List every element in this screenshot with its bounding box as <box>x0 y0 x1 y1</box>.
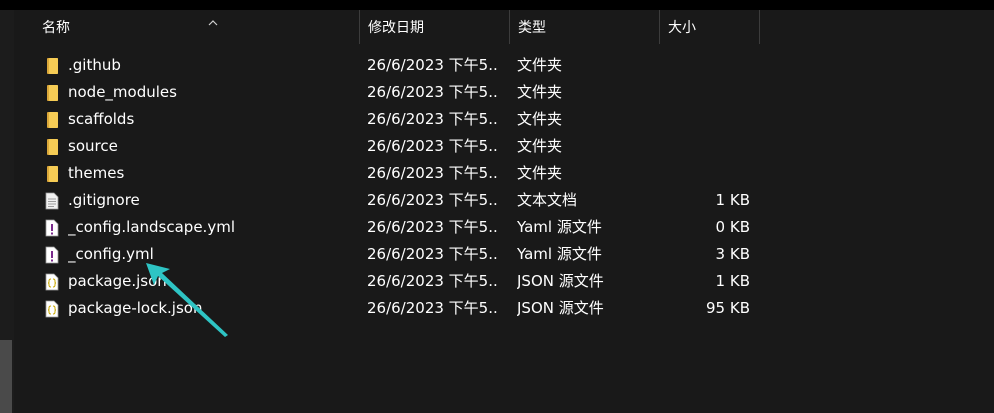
file-row-config-landscape[interactable]: _config.landscape.yml 26/6/2023 下午5... Y… <box>18 214 778 241</box>
navigation-scrollbar[interactable] <box>0 340 12 413</box>
file-name: _config.landscape.yml <box>68 218 235 236</box>
file-explorer-window: 名称 修改日期 类型 大小 .github 26/6/2023 下午5... 文… <box>0 0 994 413</box>
file-size: 0 KB <box>715 218 750 236</box>
file-date: 26/6/2023 下午5... <box>367 137 499 155</box>
file-type: 文件夹 <box>517 164 563 182</box>
column-header-type[interactable]: 类型 <box>510 10 660 44</box>
file-row-github[interactable]: .github 26/6/2023 下午5... 文件夹 <box>18 52 778 79</box>
file-size: 3 KB <box>715 245 750 263</box>
file-list: .github 26/6/2023 下午5... 文件夹 node_module… <box>18 52 778 322</box>
file-size: 1 KB <box>715 272 750 290</box>
json-file-icon <box>45 273 59 291</box>
text-file-icon <box>45 192 59 210</box>
file-date: 26/6/2023 下午5... <box>367 191 499 209</box>
file-type: 文件夹 <box>517 56 563 74</box>
column-header-bar: 名称 修改日期 类型 大小 <box>18 10 994 44</box>
navigation-pane[interactable] <box>0 10 14 413</box>
folder-icon <box>47 112 58 128</box>
file-name: scaffolds <box>68 110 135 128</box>
file-type: JSON 源文件 <box>517 299 604 317</box>
column-header-name-label: 名称 <box>42 20 70 36</box>
file-date: 26/6/2023 下午5... <box>367 110 499 128</box>
file-date: 26/6/2023 下午5... <box>367 164 499 182</box>
file-name: node_modules <box>68 83 177 101</box>
file-name: themes <box>68 164 125 182</box>
file-row-source[interactable]: source 26/6/2023 下午5... 文件夹 <box>18 133 778 160</box>
file-row-package-json[interactable]: package.json 26/6/2023 下午5... JSON 源文件 1… <box>18 268 778 295</box>
sort-ascending-icon <box>208 20 218 26</box>
file-row-scaffolds[interactable]: scaffolds 26/6/2023 下午5... 文件夹 <box>18 106 778 133</box>
file-type: 文件夹 <box>517 137 563 155</box>
file-date: 26/6/2023 下午5... <box>367 272 499 290</box>
file-row-package-lock-json[interactable]: package-lock.json 26/6/2023 下午5... JSON … <box>18 295 778 322</box>
folder-icon <box>47 58 58 74</box>
file-row-gitignore[interactable]: .gitignore 26/6/2023 下午5... 文本文档 1 KB <box>18 187 778 214</box>
column-header-name[interactable]: 名称 <box>34 10 354 44</box>
yaml-file-icon <box>45 219 59 237</box>
json-file-icon <box>45 300 59 318</box>
column-divider[interactable] <box>759 10 760 44</box>
column-header-size-label: 大小 <box>668 20 696 36</box>
folder-icon <box>47 166 58 182</box>
title-strip <box>0 0 994 10</box>
yaml-file-icon <box>45 246 59 264</box>
file-type: 文件夹 <box>517 83 563 101</box>
file-size: 1 KB <box>715 191 750 209</box>
file-type: 文本文档 <box>517 191 578 209</box>
annotation-arrow-icon <box>146 263 228 337</box>
file-date: 26/6/2023 下午5... <box>367 83 499 101</box>
file-type: JSON 源文件 <box>517 272 604 290</box>
file-type: 文件夹 <box>517 110 563 128</box>
file-date: 26/6/2023 下午5... <box>367 56 499 74</box>
folder-icon <box>47 139 58 155</box>
file-row-themes[interactable]: themes 26/6/2023 下午5... 文件夹 <box>18 160 778 187</box>
file-name: .github <box>68 56 121 74</box>
column-header-type-label: 类型 <box>518 20 546 36</box>
file-name: source <box>68 137 118 155</box>
file-type: Yaml 源文件 <box>517 218 602 236</box>
column-header-date-label: 修改日期 <box>368 20 424 36</box>
file-name: .gitignore <box>68 191 140 209</box>
file-date: 26/6/2023 下午5... <box>367 218 499 236</box>
column-header-date[interactable]: 修改日期 <box>360 10 510 44</box>
file-size: 95 KB <box>706 299 750 317</box>
folder-icon <box>47 85 58 101</box>
file-row-node-modules[interactable]: node_modules 26/6/2023 下午5... 文件夹 <box>18 79 778 106</box>
file-date: 26/6/2023 下午5... <box>367 299 499 317</box>
file-type: Yaml 源文件 <box>517 245 602 263</box>
column-header-size[interactable]: 大小 <box>660 10 760 44</box>
file-row-config[interactable]: _config.yml 26/6/2023 下午5... Yaml 源文件 3 … <box>18 241 778 268</box>
file-date: 26/6/2023 下午5... <box>367 245 499 263</box>
